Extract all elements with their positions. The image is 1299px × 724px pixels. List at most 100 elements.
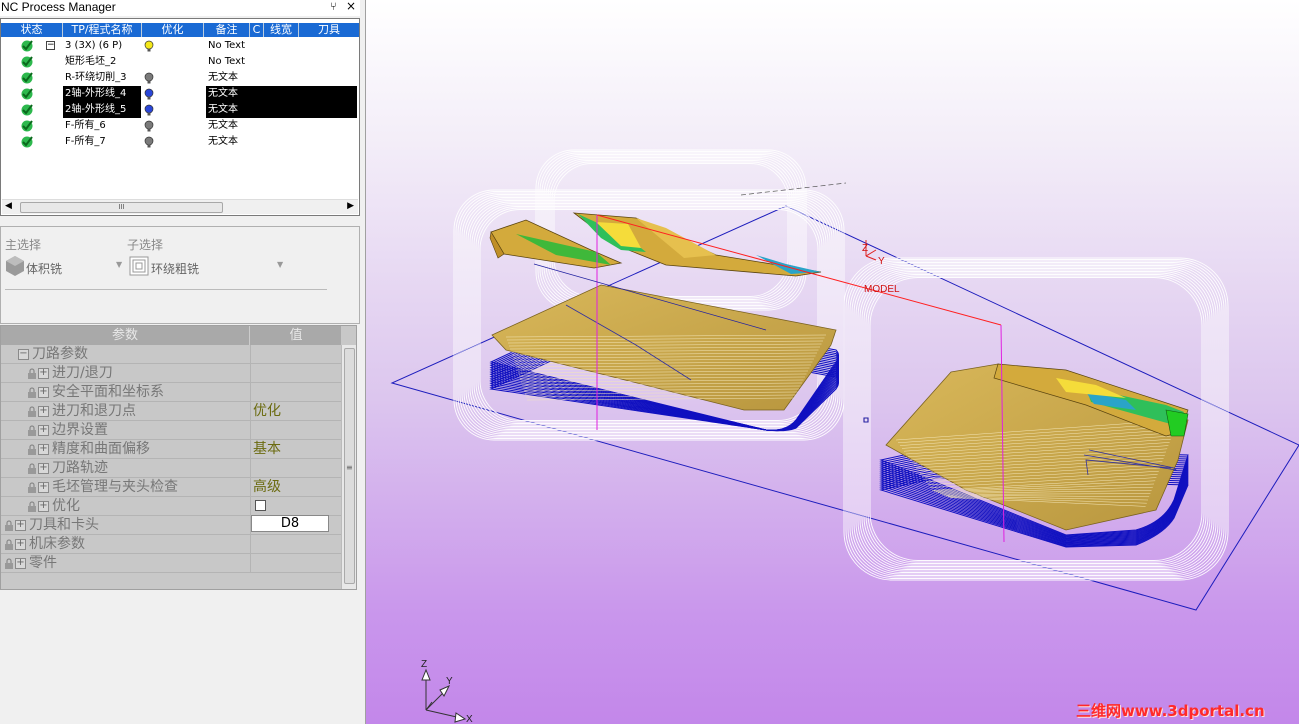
- column-divider: [250, 345, 251, 364]
- lock-icon[interactable]: [27, 481, 37, 493]
- close-icon[interactable]: ×: [346, 0, 356, 14]
- tree-row[interactable]: F-所有_6 无文本 D8R4: [1, 118, 359, 134]
- graphics-viewport[interactable]: Z Y MODEL Z Y X 三维网www.3dportal.cn: [366, 0, 1299, 724]
- lock-icon[interactable]: [27, 462, 37, 474]
- toolpath-name[interactable]: 3 (3X) (6 P): [63, 38, 141, 54]
- toolpath-note: 无文本: [206, 102, 250, 118]
- expand-icon[interactable]: +: [38, 443, 49, 455]
- pin-icon[interactable]: ⑂: [330, 0, 337, 14]
- param-row[interactable]: + 安全平面和坐标系: [1, 383, 341, 402]
- optimize-checkbox[interactable]: [255, 500, 266, 511]
- scroll-left-icon[interactable]: ◀: [5, 201, 12, 211]
- expand-icon[interactable]: −: [18, 348, 29, 360]
- param-row[interactable]: + 精度和曲面偏移 基本: [1, 440, 341, 459]
- expand-icon[interactable]: +: [38, 367, 49, 379]
- tree-horizontal-scrollbar[interactable]: ◀ III ▶: [2, 199, 358, 214]
- tree-row[interactable]: 2轴-外形线_5 无文本D8: [1, 102, 359, 118]
- lightbulb-icon[interactable]: [143, 120, 155, 132]
- param-row[interactable]: + 刀路轨迹: [1, 459, 341, 478]
- toolpath-name[interactable]: 矩形毛坯_2: [63, 54, 141, 70]
- status-check-icon: [21, 120, 33, 132]
- collapse-icon[interactable]: −: [46, 41, 55, 50]
- param-row[interactable]: + 进刀和退刀点 优化: [1, 402, 341, 421]
- lightbulb-icon[interactable]: [143, 136, 155, 148]
- param-label: 刀路参数: [32, 346, 88, 362]
- sub-dropdown-icon[interactable]: ▼: [277, 260, 283, 269]
- param-row[interactable]: − 刀路参数: [1, 345, 341, 364]
- expand-icon[interactable]: +: [38, 481, 49, 493]
- param-name-cell: + 进刀和退刀点: [27, 402, 136, 421]
- toolpath-name[interactable]: R-环绕切削_3: [63, 70, 141, 86]
- param-value[interactable]: 高级: [253, 478, 281, 497]
- expand-icon[interactable]: +: [38, 462, 49, 474]
- lock-icon[interactable]: [4, 538, 14, 550]
- status-check-icon: [21, 88, 33, 100]
- scroll-right-icon[interactable]: ▶: [347, 201, 354, 211]
- tree-row[interactable]: F-所有_7 无文本 D2R1: [1, 134, 359, 150]
- toolpath-name[interactable]: 2轴-外形线_5: [63, 102, 141, 118]
- expand-icon[interactable]: +: [38, 386, 49, 398]
- sub-selection-value[interactable]: 环绕粗铣: [151, 260, 199, 277]
- param-label: 精度和曲面偏移: [52, 441, 150, 457]
- scroll-grip-icon: ≡: [346, 463, 353, 472]
- column-optimize[interactable]: 优化: [142, 23, 204, 37]
- param-row[interactable]: + 进刀/退刀: [1, 364, 341, 383]
- tree-row[interactable]: −3 (3X) (6 P) No Text: [1, 38, 359, 54]
- param-label: 刀路轨迹: [52, 460, 108, 476]
- toolpath-note: 无文本: [208, 136, 238, 147]
- column-tool[interactable]: 刀具: [299, 23, 359, 37]
- column-note[interactable]: 备注: [204, 23, 250, 37]
- column-linewidth[interactable]: 线宽: [264, 23, 299, 37]
- column-name[interactable]: TP/程式名称: [63, 23, 142, 37]
- main-dropdown-icon[interactable]: ▼: [116, 260, 122, 269]
- scroll-thumb[interactable]: III: [20, 202, 223, 213]
- param-value[interactable]: 优化: [253, 402, 281, 421]
- param-name-cell: + 边界设置: [27, 421, 108, 440]
- lock-icon[interactable]: [4, 557, 14, 569]
- param-vertical-scrollbar[interactable]: ≡: [341, 345, 356, 589]
- column-divider: [250, 497, 251, 516]
- lightbulb-icon[interactable]: [143, 104, 155, 116]
- lock-icon[interactable]: [27, 424, 37, 436]
- toolpath-name[interactable]: 2轴-外形线_4: [63, 86, 141, 102]
- expand-icon[interactable]: +: [38, 405, 49, 417]
- param-row[interactable]: + 边界设置: [1, 421, 341, 440]
- lock-icon[interactable]: [27, 405, 37, 417]
- expand-icon[interactable]: +: [15, 557, 26, 569]
- expand-icon[interactable]: +: [38, 424, 49, 436]
- param-row[interactable]: + 优化: [1, 497, 341, 516]
- toolpath-name[interactable]: F-所有_6: [63, 118, 141, 134]
- main-selection-value[interactable]: 体积铣: [26, 260, 62, 277]
- tree-row[interactable]: R-环绕切削_3 无文本 D10: [1, 70, 359, 86]
- param-value[interactable]: 基本: [253, 440, 281, 459]
- param-name-cell: + 优化: [27, 497, 80, 516]
- column-divider: [250, 383, 251, 402]
- column-divider: [250, 535, 251, 554]
- param-row[interactable]: + 零件: [1, 554, 341, 573]
- expand-icon[interactable]: +: [38, 500, 49, 512]
- param-label: 边界设置: [52, 422, 108, 438]
- lightbulb-icon[interactable]: [143, 40, 155, 52]
- tree-row[interactable]: 2轴-外形线_4 无文本D8: [1, 86, 359, 102]
- column-c[interactable]: C: [250, 23, 264, 37]
- lightbulb-icon[interactable]: [143, 72, 155, 84]
- lock-icon[interactable]: [27, 443, 37, 455]
- toolpath-note: 无文本: [208, 120, 238, 131]
- expand-icon[interactable]: +: [15, 538, 26, 550]
- tool-value-field[interactable]: D8: [251, 515, 329, 532]
- param-header: 参数 值: [1, 326, 341, 345]
- lock-icon[interactable]: [4, 519, 14, 531]
- lock-icon[interactable]: [27, 386, 37, 398]
- tree-row[interactable]: 矩形毛坯_2 No Text: [1, 54, 359, 70]
- param-row[interactable]: + 机床参数: [1, 535, 341, 554]
- column-status[interactable]: 状态: [1, 23, 63, 37]
- param-row[interactable]: + 毛坯管理与夹头检查 高级: [1, 478, 341, 497]
- lock-icon[interactable]: [27, 500, 37, 512]
- lightbulb-icon[interactable]: [143, 88, 155, 100]
- sub-selection-label: 子选择: [127, 238, 164, 252]
- main-selection-label: 主选择: [5, 238, 42, 252]
- toolpath-note: 无文本: [208, 72, 238, 83]
- lock-icon[interactable]: [27, 367, 37, 379]
- expand-icon[interactable]: +: [15, 519, 26, 531]
- toolpath-name[interactable]: F-所有_7: [63, 134, 141, 150]
